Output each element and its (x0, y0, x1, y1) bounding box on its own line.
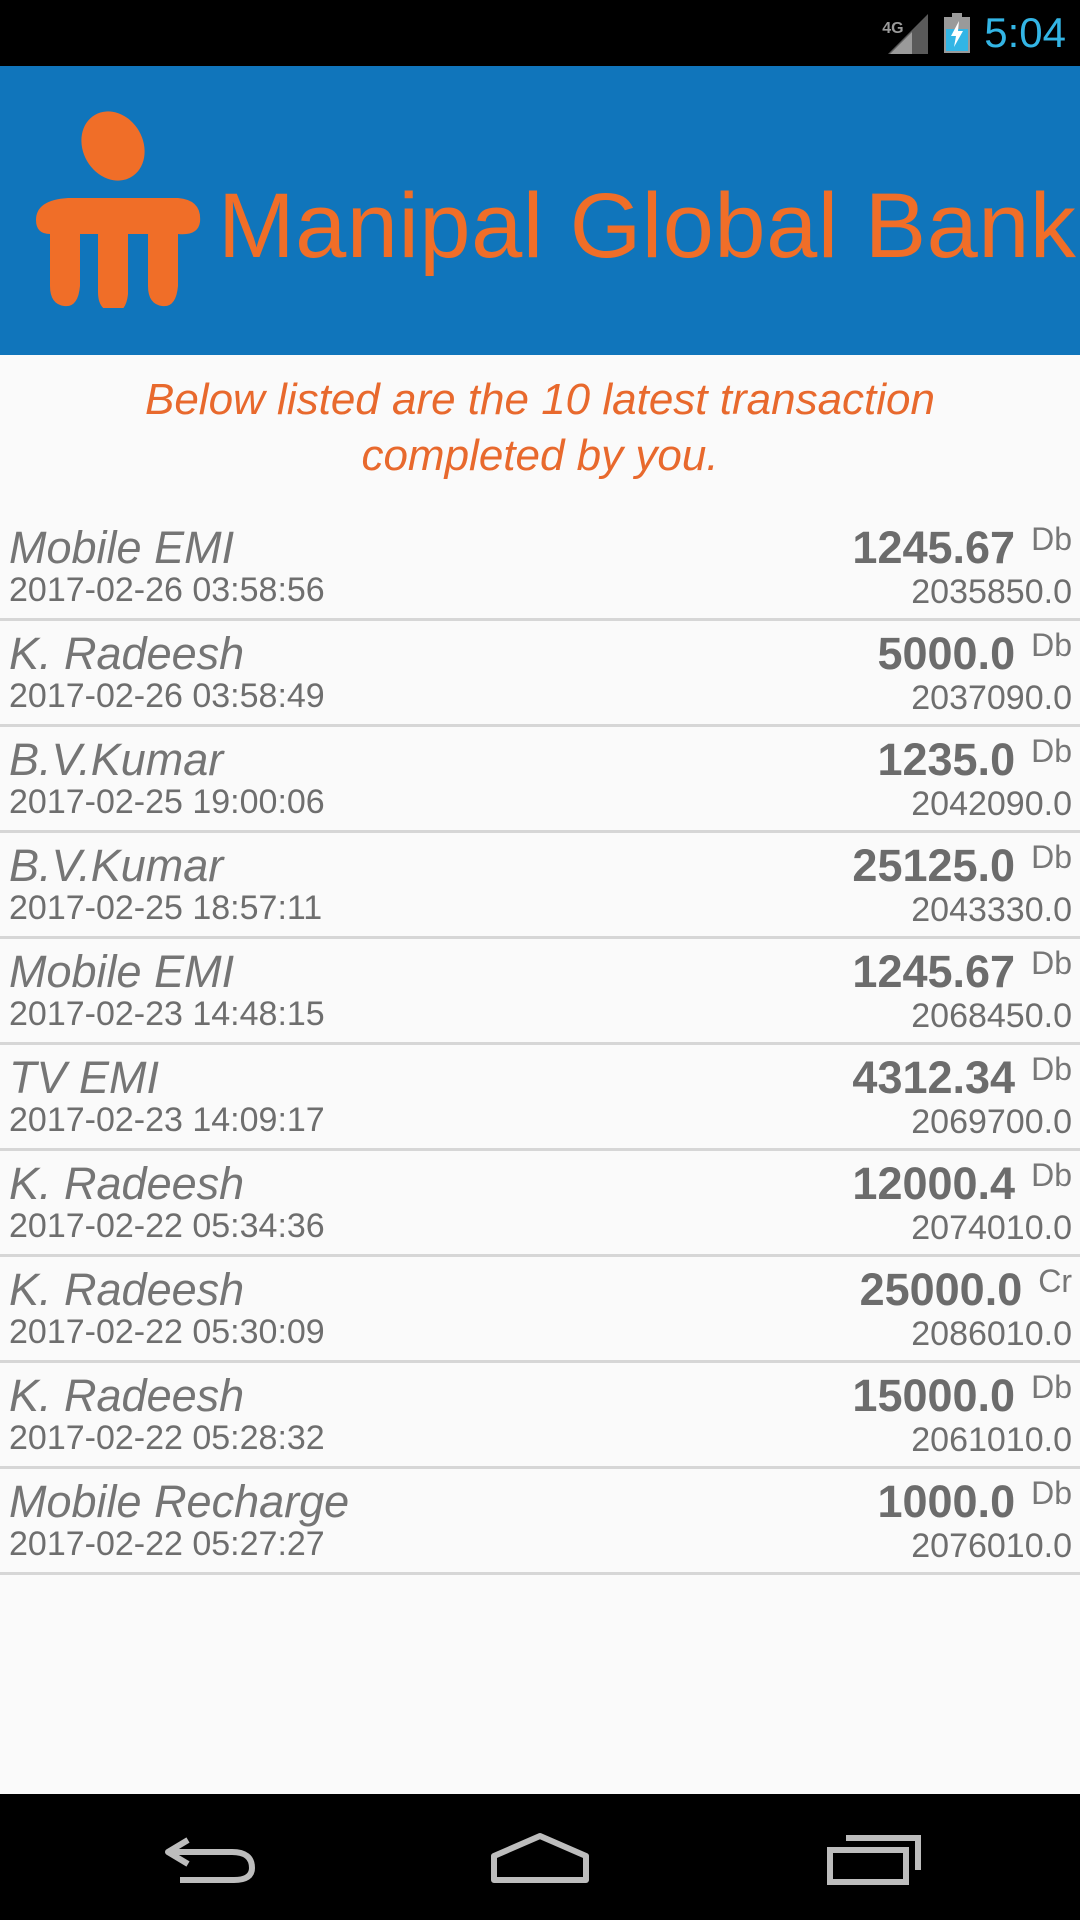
transaction-datetime: 2017-02-22 05:34:36 (9, 1207, 325, 1245)
transaction-row[interactable]: B.V.Kumar 2017-02-25 19:00:06 1235.0 Db … (0, 727, 1080, 833)
transaction-row[interactable]: TV EMI 2017-02-23 14:09:17 4312.34 Db 20… (0, 1045, 1080, 1151)
transaction-datetime: 2017-02-22 05:28:32 (9, 1419, 325, 1457)
transaction-amount: 12000.4 (852, 1158, 1016, 1209)
status-icons: 4G 5:04 (882, 0, 1066, 66)
back-icon[interactable] (160, 1822, 260, 1892)
transaction-type: Db (1031, 1157, 1072, 1193)
transaction-amount: 25000.0 (859, 1264, 1023, 1315)
transaction-row[interactable]: Mobile Recharge 2017-02-22 05:27:27 1000… (0, 1469, 1080, 1575)
transaction-amount-group: 1245.67 Db (852, 519, 1072, 575)
transaction-row[interactable]: K. Radeesh 2017-02-22 05:28:32 15000.0 D… (0, 1363, 1080, 1469)
intro-message: Below listed are the 10 latest transacti… (144, 375, 935, 480)
transaction-balance: 2042090.0 (911, 785, 1072, 823)
transaction-name: K. Radeesh (9, 628, 245, 679)
network-type-label: 4G (882, 20, 904, 37)
transaction-row[interactable]: Mobile EMI 2017-02-26 03:58:56 1245.67 D… (0, 515, 1080, 621)
transaction-amount-group: 12000.4 Db (852, 1155, 1072, 1211)
home-icon[interactable] (488, 1822, 592, 1892)
transaction-datetime: 2017-02-25 19:00:06 (9, 783, 325, 821)
transaction-amount-group: 5000.0 Db (877, 625, 1072, 681)
transaction-amount: 5000.0 (877, 628, 1016, 679)
transaction-amount: 15000.0 (852, 1370, 1016, 1421)
transaction-amount: 25125.0 (852, 840, 1016, 891)
transaction-type: Cr (1038, 1263, 1072, 1299)
transaction-amount: 1235.0 (877, 734, 1016, 785)
transaction-type: Db (1031, 945, 1072, 981)
transaction-balance: 2069700.0 (911, 1103, 1072, 1141)
transaction-amount-group: 25125.0 Db (852, 837, 1072, 893)
transaction-amount-group: 4312.34 Db (852, 1049, 1072, 1105)
transaction-name: Mobile EMI (9, 946, 235, 997)
transaction-amount: 1000.0 (877, 1476, 1016, 1527)
transaction-type: Db (1031, 521, 1072, 557)
transaction-name: Mobile Recharge (9, 1476, 350, 1527)
transaction-name: K. Radeesh (9, 1370, 245, 1421)
status-time: 5:04 (984, 9, 1066, 56)
transaction-datetime: 2017-02-23 14:48:15 (9, 995, 325, 1033)
transaction-name: TV EMI (9, 1052, 160, 1103)
transaction-datetime: 2017-02-25 18:57:11 (9, 889, 323, 927)
transaction-balance: 2035850.0 (911, 573, 1072, 611)
transaction-balance: 2076010.0 (911, 1527, 1072, 1565)
transaction-type: Db (1031, 1475, 1072, 1511)
bank-name-title: Manipal Global Bank (218, 175, 1077, 277)
transaction-amount-group: 1000.0 Db (877, 1473, 1072, 1529)
transaction-amount: 1245.67 (852, 946, 1016, 997)
transaction-datetime: 2017-02-26 03:58:56 (9, 571, 325, 609)
transaction-balance: 2074010.0 (911, 1209, 1072, 1247)
transaction-balance: 2061010.0 (911, 1421, 1072, 1459)
transaction-amount: 1245.67 (852, 522, 1016, 573)
transaction-amount-group: 25000.0 Cr (860, 1261, 1072, 1317)
transaction-balance: 2043330.0 (911, 891, 1072, 929)
transaction-type: Db (1031, 627, 1072, 663)
transaction-amount: 4312.34 (852, 1052, 1016, 1103)
transaction-name: B.V.Kumar (9, 840, 224, 891)
transaction-amount-group: 1245.67 Db (852, 943, 1072, 999)
battery-charging-icon (944, 13, 971, 53)
transaction-row[interactable]: Mobile EMI 2017-02-23 14:48:15 1245.67 D… (0, 939, 1080, 1045)
transaction-row[interactable]: B.V.Kumar 2017-02-25 18:57:11 25125.0 Db… (0, 833, 1080, 939)
navigation-bar (0, 1794, 1080, 1920)
app-header: Manipal Global Bank (0, 66, 1080, 355)
transaction-balance: 2086010.0 (911, 1315, 1072, 1353)
transaction-datetime: 2017-02-22 05:30:09 (9, 1313, 325, 1351)
transaction-amount-group: 15000.0 Db (852, 1367, 1072, 1423)
transaction-name: K. Radeesh (9, 1264, 245, 1315)
transaction-list: Mobile EMI 2017-02-26 03:58:56 1245.67 D… (0, 515, 1080, 1575)
recents-icon[interactable] (826, 1822, 922, 1892)
transaction-datetime: 2017-02-22 05:27:27 (9, 1525, 325, 1563)
transaction-row[interactable]: K. Radeesh 2017-02-26 03:58:49 5000.0 Db… (0, 621, 1080, 727)
transaction-type: Db (1031, 733, 1072, 769)
transaction-datetime: 2017-02-26 03:58:49 (9, 677, 325, 715)
transaction-name: B.V.Kumar (9, 734, 224, 785)
transaction-row[interactable]: K. Radeesh 2017-02-22 05:34:36 12000.4 D… (0, 1151, 1080, 1257)
transaction-balance: 2068450.0 (911, 997, 1072, 1035)
transaction-type: Db (1031, 1369, 1072, 1405)
transaction-balance: 2037090.0 (911, 679, 1072, 717)
transaction-row[interactable]: K. Radeesh 2017-02-22 05:30:09 25000.0 C… (0, 1257, 1080, 1363)
transaction-amount-group: 1235.0 Db (877, 731, 1072, 787)
transaction-name: Mobile EMI (9, 522, 235, 573)
transaction-name: K. Radeesh (9, 1158, 245, 1209)
transaction-type: Db (1031, 1051, 1072, 1087)
transaction-datetime: 2017-02-23 14:09:17 (9, 1101, 325, 1139)
manipal-logo-icon (36, 111, 201, 308)
transaction-type: Db (1031, 839, 1072, 875)
status-bar: 4G 5:04 (0, 0, 1080, 66)
signal-icon: 4G (882, 10, 930, 56)
